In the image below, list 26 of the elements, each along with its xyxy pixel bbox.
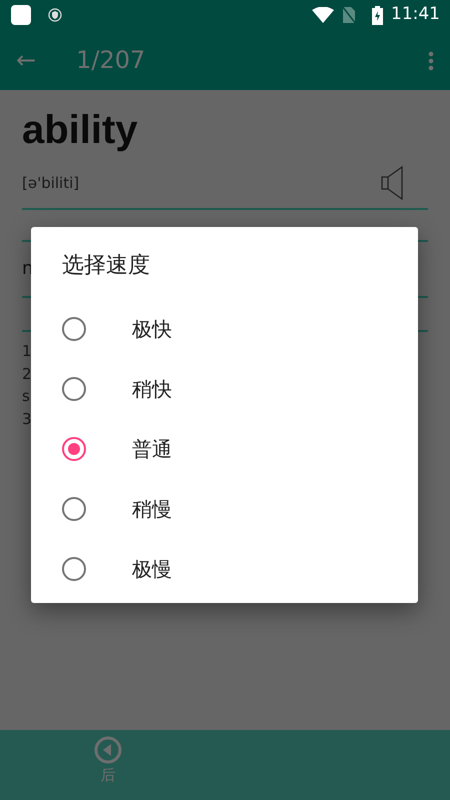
option-label[interactable]: 稍慢 xyxy=(132,494,172,524)
option-label[interactable]: 极快 xyxy=(132,314,172,344)
radio-button[interactable] xyxy=(62,497,86,521)
previous-icon xyxy=(94,736,122,764)
radio-button[interactable] xyxy=(62,437,86,461)
wifi-icon xyxy=(312,7,334,23)
radio-button[interactable] xyxy=(62,377,86,401)
radio-button[interactable] xyxy=(62,557,86,581)
headword: ability xyxy=(22,107,139,154)
definition-text: 2 xyxy=(22,364,32,382)
shield-icon xyxy=(48,8,62,22)
option-label[interactable]: 普通 xyxy=(132,434,172,464)
dialog-title: 选择速度 xyxy=(62,252,151,280)
option-label[interactable]: 极慢 xyxy=(132,554,172,584)
app-icon xyxy=(10,4,32,26)
definition-text: 3 xyxy=(22,410,32,428)
phonetic-text: [ə'biliti] xyxy=(22,172,80,194)
time-text: 11:41 xyxy=(391,3,440,26)
page-counter: 1/207 xyxy=(76,45,146,76)
option-label[interactable]: 稍快 xyxy=(132,374,172,404)
definition-text: s xyxy=(22,387,30,405)
definition-text: 1 xyxy=(22,342,32,360)
radio-button[interactable] xyxy=(62,317,86,341)
no-sim-icon xyxy=(342,6,356,24)
battery-charging-icon xyxy=(372,6,383,24)
speaker-button[interactable] xyxy=(380,166,404,200)
